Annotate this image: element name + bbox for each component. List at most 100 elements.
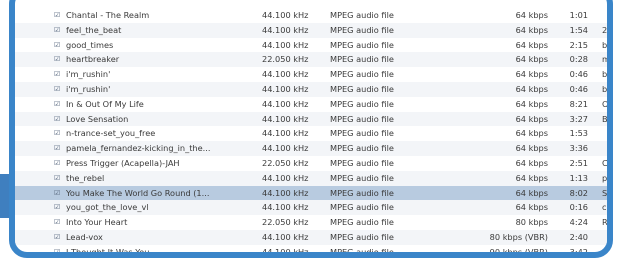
track-name-cell: Into Your Heart — [66, 217, 128, 228]
track-list-panel: ☑ Chantal - The Realm 44.100 kHz MPEG audio… — [9, 0, 613, 258]
checkmark-icon[interactable]: ☑ — [54, 174, 61, 182]
checkmark-icon[interactable]: ☑ — [54, 204, 61, 211]
bit-rate-cell: 64 kbps — [515, 143, 548, 154]
sample-rate-cell: 44.100 kHz — [262, 10, 309, 20]
table-row[interactable]: ☑ In & Out Of My Life 44.100 kHz MPEG audio… — [15, 97, 607, 112]
artist-cell: Cobra — [602, 157, 613, 168]
bit-rate-cell: 64 kbps — [515, 54, 548, 65]
kind-cell: MPEG audio file — [330, 187, 394, 198]
track-name-cell: Lead-vox — [66, 231, 103, 242]
time-cell: 2:15 — [569, 39, 588, 50]
checkmark-icon[interactable]: ☑ — [54, 159, 61, 167]
sample-rate-cell: 44.100 kHz — [262, 113, 309, 124]
checkmark-icon[interactable]: ☑ — [54, 100, 61, 108]
artist-cell: public_e — [602, 172, 613, 183]
table-row-selected[interactable]: ☑ You Make The World Go Round (1... 44.100… — [15, 185, 607, 201]
checkmark-icon[interactable]: ☑ — [54, 71, 61, 78]
time-cell: 0:46 — [569, 83, 588, 94]
kind-cell: MPEG audio file — [330, 10, 394, 20]
kind-cell: MPEG audio file — [330, 113, 394, 124]
track-name-cell: heartbreaker — [66, 54, 120, 65]
checkmark-icon[interactable]: ☑ — [54, 56, 61, 63]
checkmark-icon[interactable]: ☑ — [54, 12, 61, 19]
table-row[interactable]: ☑ Lead-vox 44.100 kHz MPEG audio file 80 kbp… — [15, 229, 607, 245]
checkmark-icon[interactable]: ☑ — [54, 41, 61, 49]
table-row[interactable]: ☑ Into Your Heart 22.050 kHz MPEG audio fil… — [15, 215, 607, 230]
bit-rate-cell: 90 kbps (VBR) — [489, 246, 548, 257]
track-name-cell: You Make The World Go Round (1... — [66, 187, 210, 198]
time-cell: 8:21 — [569, 98, 588, 109]
bit-rate-cell: 64 kbps — [515, 98, 548, 109]
checkmark-icon[interactable]: ☑ — [54, 26, 61, 34]
track-list: ☑ Chantal - The Realm 44.100 kHz MPEG audio… — [15, 8, 607, 257]
artist-cell: bump — [602, 83, 613, 94]
track-name-cell: i'm_rushin' — [66, 69, 111, 80]
time-cell: 1:01 — [569, 10, 588, 20]
table-row[interactable]: ☑ Press Trigger (Acapella)-JAH 22.050 kHz M… — [15, 156, 607, 171]
bit-rate-cell: 64 kbps — [515, 128, 548, 139]
checkmark-icon[interactable]: ☑ — [54, 115, 61, 123]
time-cell: 1:13 — [569, 172, 588, 183]
sample-rate-cell: 44.100 kHz — [262, 187, 309, 198]
kind-cell: MPEG audio file — [330, 69, 394, 80]
time-cell: 0:28 — [569, 54, 588, 65]
sample-rate-cell: 44.100 kHz — [262, 202, 309, 213]
time-cell: 1:54 — [569, 24, 588, 35]
track-name-cell: In & Out Of My Life — [66, 98, 144, 109]
sample-rate-cell: 44.100 kHz — [262, 83, 309, 94]
table-row[interactable]: ☑ pamela_fernandez-kicking_in_the... 44.10… — [15, 141, 607, 156]
table-row[interactable]: ☑ feel_the_beat 44.100 kHz MPEG audio file 6… — [15, 22, 607, 38]
artist-cell: candi_s — [602, 202, 612, 213]
kind-cell: MPEG audio file — [330, 246, 394, 257]
checkmark-icon[interactable]: ☑ — [54, 130, 61, 137]
bit-rate-cell: 80 kbps (VBR) — [489, 231, 548, 242]
bit-rate-cell: 80 kbps — [515, 217, 548, 228]
bit-rate-cell: 64 kbps — [515, 172, 548, 183]
sample-rate-cell: 44.100 kHz — [262, 98, 309, 109]
kind-cell: MPEG audio file — [330, 39, 394, 50]
bit-rate-cell: 64 kbps — [515, 83, 548, 94]
bit-rate-cell: 64 kbps — [515, 69, 548, 80]
track-name-cell: you_got_the_love_vl — [66, 202, 149, 213]
bit-rate-cell: 64 kbps — [515, 187, 548, 198]
table-row[interactable]: ☑ Love Sensation 44.100 kHz MPEG audio file… — [15, 111, 607, 127]
checkmark-icon[interactable]: ☑ — [54, 233, 61, 241]
table-row[interactable]: ☑ n-trance-set_you_free 44.100 kHz MPEG aud… — [15, 126, 607, 141]
artist-cell: mariah_ — [602, 54, 610, 65]
kind-cell: MPEG audio file — [330, 143, 394, 154]
checkmark-icon[interactable]: ☑ — [54, 145, 61, 152]
table-row[interactable]: ☑ heartbreaker 22.050 kHz MPEG audio file 64… — [15, 52, 607, 68]
artist-cell: Sandy l — [602, 187, 613, 198]
sample-rate-cell: 22.050 kHz — [262, 54, 309, 65]
table-row[interactable]: ☑ I Thought It Was You 44.100 kHz MPEG audi… — [15, 245, 607, 257]
track-name-cell: feel_the_beat — [66, 24, 122, 35]
table-row[interactable]: ☑ good_times 44.100 kHz MPEG audio file 64 k… — [15, 38, 607, 53]
kind-cell: MPEG audio file — [330, 217, 394, 228]
artist-cell: One Ph — [602, 98, 609, 109]
table-row[interactable]: ☑ i'm_rushin' 44.100 kHz MPEG audio file 64 … — [15, 67, 607, 82]
checkmark-icon[interactable]: ☑ — [54, 248, 61, 252]
sample-rate-cell: 44.100 kHz — [262, 24, 309, 35]
table-row[interactable]: ☑ the_rebel 44.100 kHz MPEG audio file 64 kb… — [15, 170, 607, 186]
time-cell: 0:46 — [569, 69, 588, 80]
checkmark-icon[interactable]: ☑ — [54, 219, 61, 226]
sample-rate-cell: 44.100 kHz — [262, 128, 309, 139]
track-name-cell: I Thought It Was You — [66, 246, 150, 257]
sample-rate-cell: 22.050 kHz — [262, 217, 309, 228]
track-name-cell: n-trance-set_you_free — [66, 128, 156, 139]
kind-cell: MPEG audio file — [330, 24, 394, 35]
time-cell: 3:42 — [569, 246, 588, 257]
table-row[interactable]: ☑ Chantal - The Realm 44.100 kHz MPEG audio… — [15, 8, 607, 23]
checkmark-icon[interactable]: ☑ — [54, 85, 61, 93]
bit-rate-cell: 64 kbps — [515, 113, 548, 124]
sample-rate-cell: 44.100 kHz — [262, 39, 309, 50]
sample-rate-cell: 44.100 kHz — [262, 231, 309, 242]
kind-cell: MPEG audio file — [330, 98, 394, 109]
time-cell: 8:02 — [569, 187, 588, 198]
table-row[interactable]: ☑ i'm_rushin' 44.100 kHz MPEG audio file 64 … — [15, 81, 607, 97]
kind-cell: MPEG audio file — [330, 231, 394, 242]
bit-rate-cell: 64 kbps — [515, 10, 548, 20]
table-row[interactable]: ☑ you_got_the_love_vl 44.100 kHz MPEG audio… — [15, 200, 607, 216]
track-name-cell: pamela_fernandez-kicking_in_the... — [66, 143, 211, 154]
checkmark-icon[interactable]: ☑ — [54, 189, 61, 197]
